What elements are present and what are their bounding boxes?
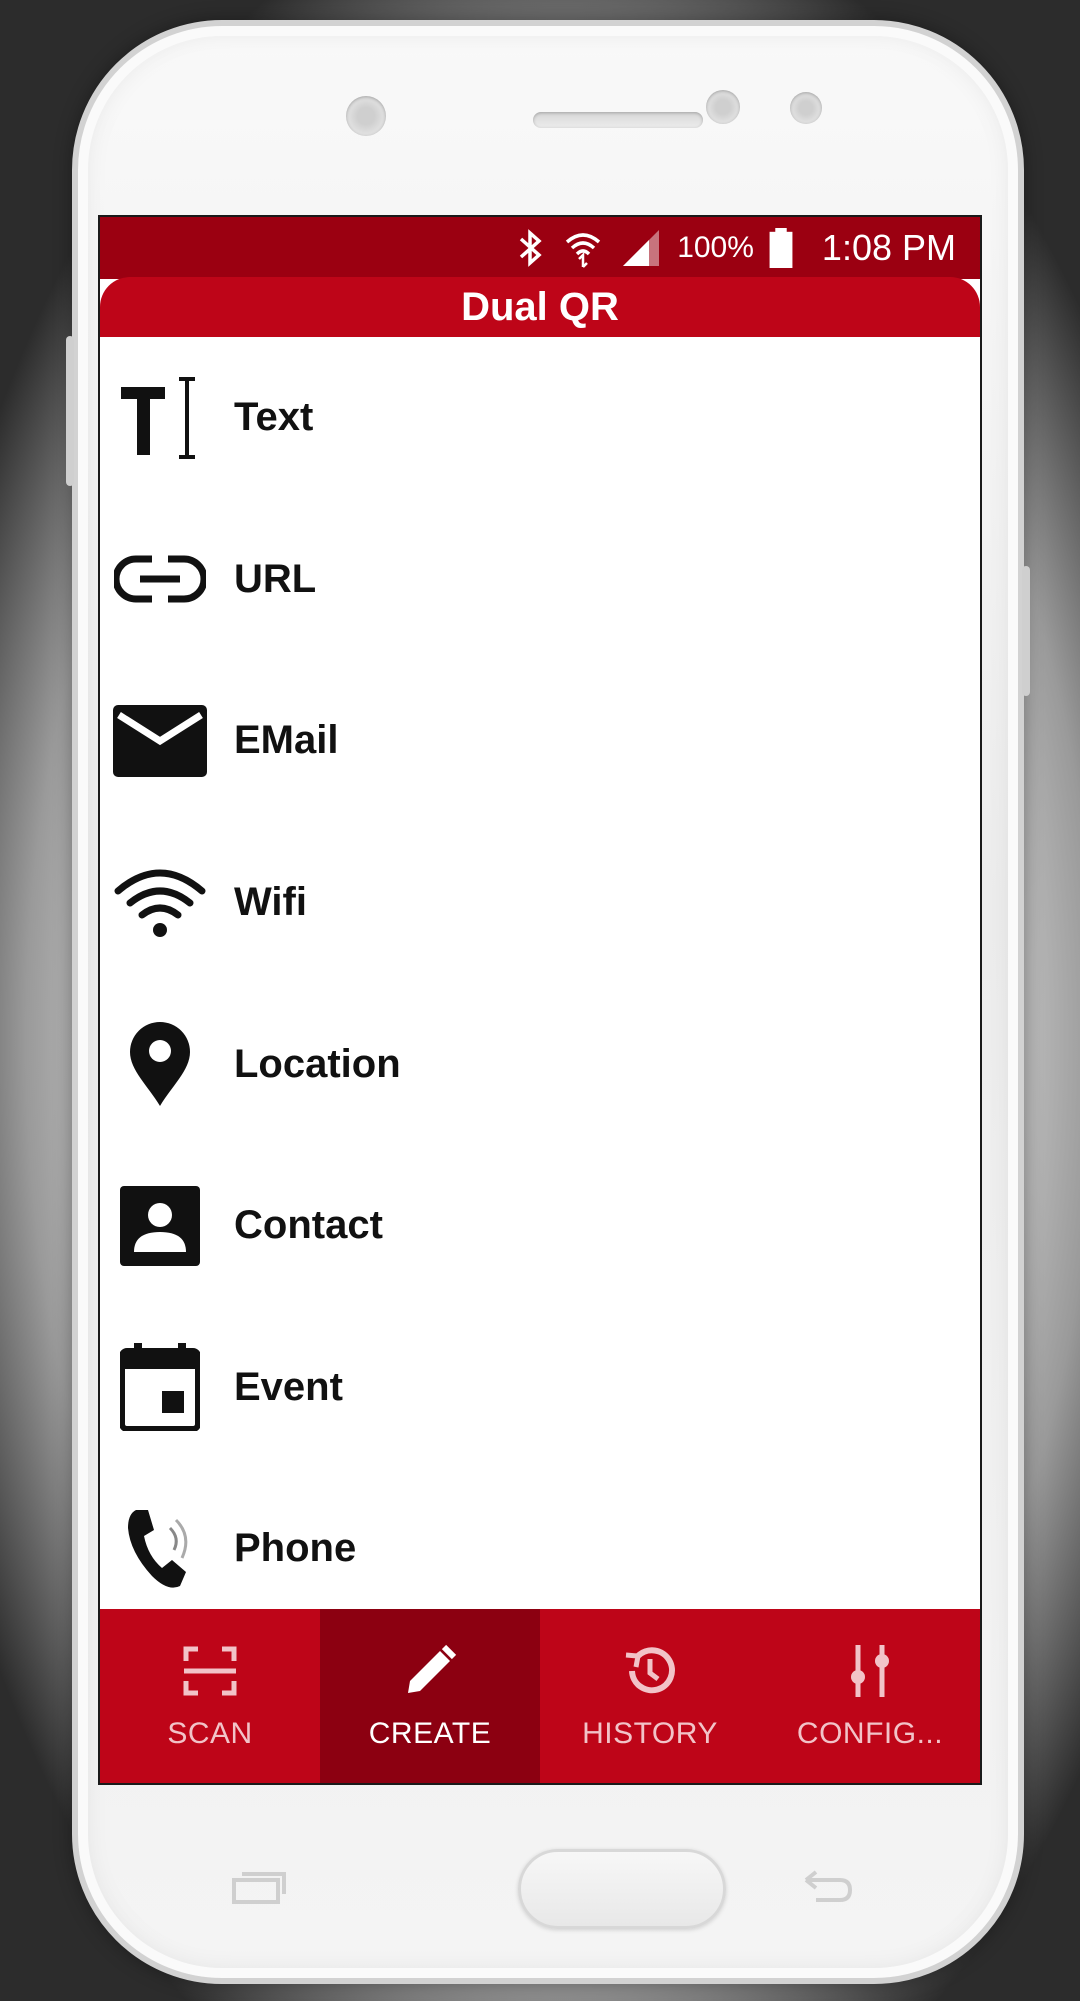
location-pin-icon xyxy=(130,1022,190,1107)
tab-label: SCAN xyxy=(167,1717,253,1750)
list-item-label: Phone xyxy=(234,1526,357,1571)
phone-icon xyxy=(128,1509,188,1588)
bluetooth-icon xyxy=(520,229,542,267)
contact-card-icon xyxy=(120,1185,200,1266)
app-bar: Dual QR xyxy=(100,277,980,337)
list-item-label: URL xyxy=(234,556,317,601)
list-item-location[interactable]: Location xyxy=(100,983,980,1145)
earpiece-speaker xyxy=(533,112,703,128)
tab-history[interactable]: HISTORY xyxy=(540,1609,760,1783)
tab-config[interactable]: CONFIG... xyxy=(760,1609,980,1783)
pencil-icon xyxy=(408,1644,457,1693)
list-item-label: Event xyxy=(234,1364,343,1409)
link-icon xyxy=(114,555,206,603)
home-button xyxy=(518,1849,726,1929)
list-item-label: Location xyxy=(234,1041,401,1086)
list-item-wifi[interactable]: Wifi xyxy=(100,822,980,984)
calendar-event-icon xyxy=(120,1343,200,1432)
app-title: Dual QR xyxy=(461,284,619,329)
list-item-text[interactable]: Text xyxy=(100,337,980,499)
list-item-url[interactable]: URL xyxy=(100,499,980,661)
list-item-label: EMail xyxy=(234,718,339,763)
status-bar: 100% 1:08 PM xyxy=(100,217,980,279)
text-format-icon xyxy=(121,376,195,459)
list-item-label: Wifi xyxy=(234,880,307,925)
tab-create[interactable]: CREATE xyxy=(320,1609,540,1783)
create-type-list: Text URL EMail Wifi Location Contact Eve… xyxy=(100,337,980,1630)
back-icon xyxy=(804,1870,853,1902)
list-item-contact[interactable]: Contact xyxy=(100,1145,980,1307)
list-item-event[interactable]: Event xyxy=(100,1307,980,1469)
list-item-label: Contact xyxy=(234,1203,383,1248)
tab-label: HISTORY xyxy=(582,1717,718,1750)
light-sensor xyxy=(790,92,822,124)
power-button xyxy=(1022,566,1030,696)
sliders-icon xyxy=(851,1645,889,1697)
battery-percentage: 100% xyxy=(677,231,754,264)
history-icon xyxy=(625,1647,675,1694)
bottom-navigation: SCAN CREATE HISTORY CONFIG... xyxy=(100,1609,980,1783)
wifi-icon xyxy=(114,869,206,937)
tab-label: CONFIG... xyxy=(796,1717,944,1750)
battery-icon xyxy=(769,228,793,268)
status-time: 1:08 PM xyxy=(821,227,956,268)
front-camera xyxy=(346,96,386,136)
scan-icon xyxy=(183,1646,237,1696)
volume-button xyxy=(66,336,74,486)
signal-icon xyxy=(623,230,660,266)
app-screen: 100% 1:08 PM Dual QR Text URL EMail Wifi… xyxy=(98,215,982,1785)
proximity-sensor xyxy=(706,90,740,124)
list-item-phone[interactable]: Phone xyxy=(100,1468,980,1630)
tab-scan[interactable]: SCAN xyxy=(100,1609,320,1783)
list-item-email[interactable]: EMail xyxy=(100,660,980,822)
recent-apps-icon xyxy=(232,1872,286,1904)
email-icon xyxy=(113,704,207,777)
list-item-label: Text xyxy=(234,395,314,440)
wifi-status-icon xyxy=(566,233,601,268)
tab-label: CREATE xyxy=(368,1717,492,1750)
